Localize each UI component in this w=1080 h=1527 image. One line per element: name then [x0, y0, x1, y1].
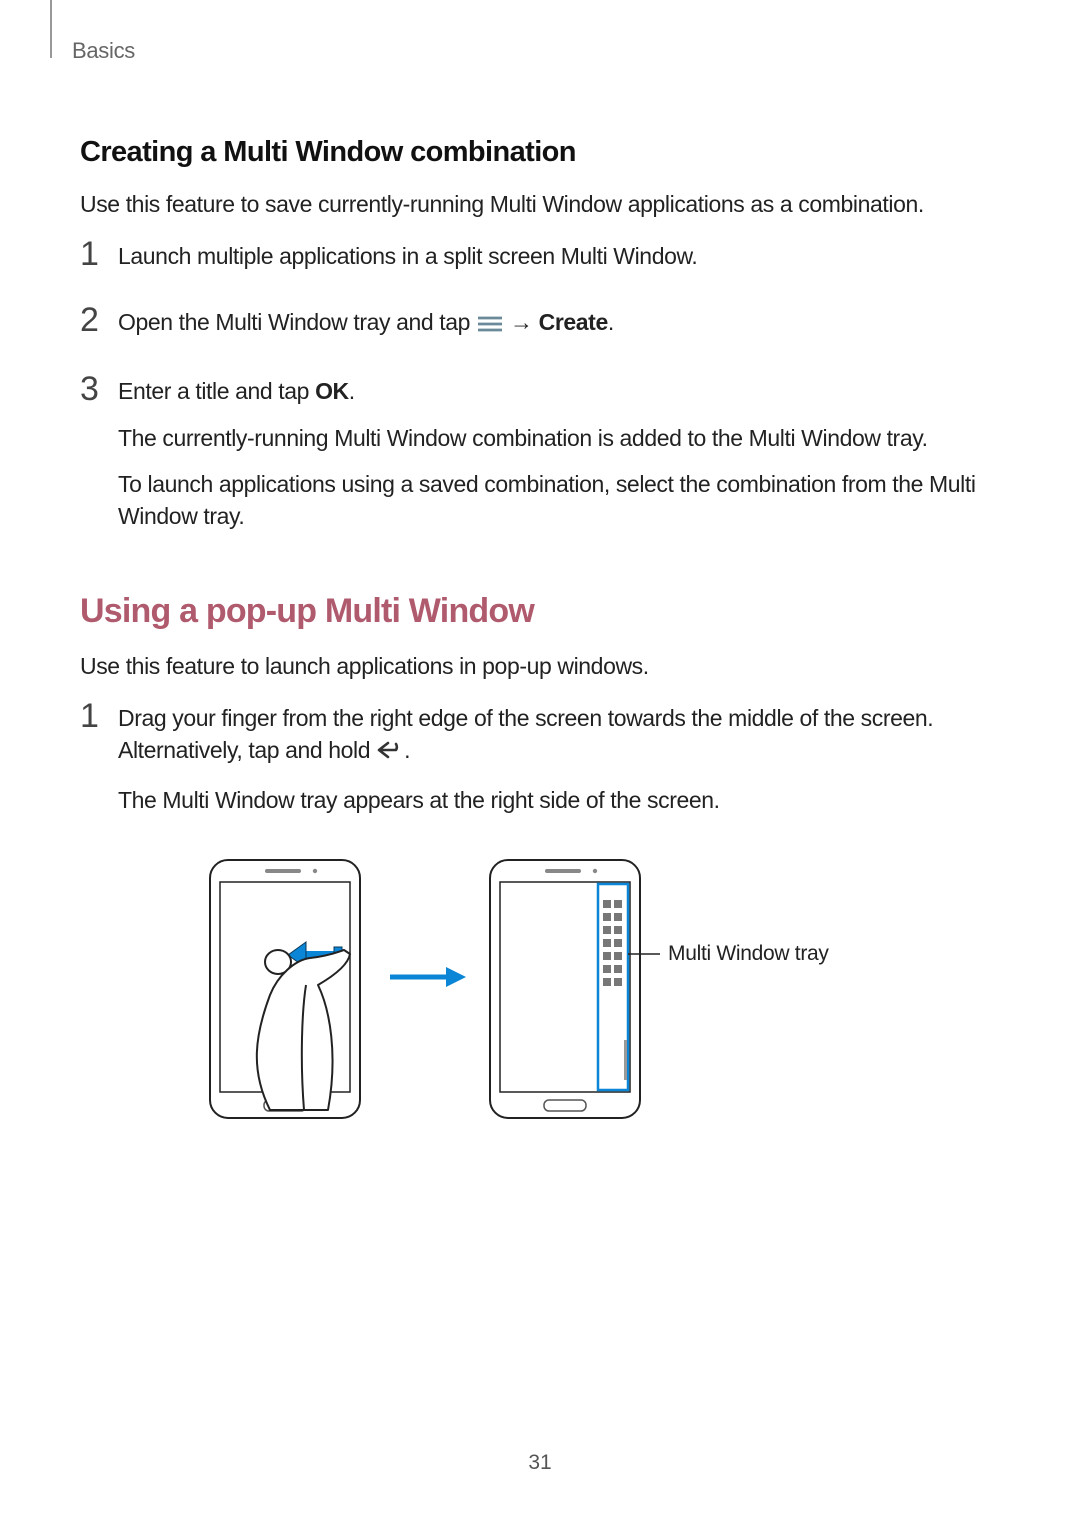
- transition-arrow-icon: [390, 967, 466, 987]
- section-header: Basics: [72, 38, 1000, 64]
- callout-label: Multi Window tray: [668, 942, 829, 965]
- step-number: 3: [80, 373, 118, 405]
- page-number: 31: [0, 1451, 1080, 1475]
- menu-icon: [476, 309, 504, 341]
- illustration-multiwindow-tray: Multi Window tray: [80, 852, 1000, 1127]
- intro-paragraph-2: Use this feature to launch applications …: [80, 651, 1000, 682]
- step-text: Launch multiple applications in a split …: [118, 240, 1000, 272]
- step-1: 1 Launch multiple applications in a spli…: [80, 238, 1000, 286]
- step-para: To launch applications using a saved com…: [118, 468, 1000, 532]
- step-text: Open the Multi Window tray and tap → Cre…: [118, 306, 1000, 341]
- step-number: 1: [80, 238, 118, 270]
- header-rule: [50, 0, 52, 58]
- heading-popup-multiwindow: Using a pop-up Multi Window: [80, 592, 1000, 631]
- step-text: Drag your finger from the right edge of …: [118, 702, 1000, 769]
- step-body: Open the Multi Window tray and tap → Cre…: [118, 304, 1000, 355]
- step-number: 2: [80, 304, 118, 336]
- step-2: 2 Open the Multi Window tray and tap → C…: [80, 304, 1000, 355]
- step-para: The currently-running Multi Window combi…: [118, 422, 1000, 454]
- step-para: The Multi Window tray appears at the rig…: [118, 784, 1000, 816]
- step-number: 1: [80, 700, 118, 732]
- step-body: Enter a title and tap OK. The currently-…: [118, 373, 1000, 546]
- create-label: Create: [539, 309, 608, 335]
- step-body: Drag your finger from the right edge of …: [118, 700, 1000, 830]
- step-3: 3 Enter a title and tap OK. The currentl…: [80, 373, 1000, 546]
- back-icon: [376, 737, 404, 769]
- heading-creating-combination: Creating a Multi Window combination: [80, 136, 1000, 169]
- step-text: Enter a title and tap OK.: [118, 375, 1000, 407]
- page-content: Basics Creating a Multi Window combinati…: [0, 0, 1080, 1127]
- section2-step-1: 1 Drag your finger from the right edge o…: [80, 700, 1000, 830]
- intro-paragraph-1: Use this feature to save currently-runni…: [80, 189, 1000, 220]
- step-body: Launch multiple applications in a split …: [118, 238, 1000, 286]
- ok-label: OK: [315, 378, 349, 404]
